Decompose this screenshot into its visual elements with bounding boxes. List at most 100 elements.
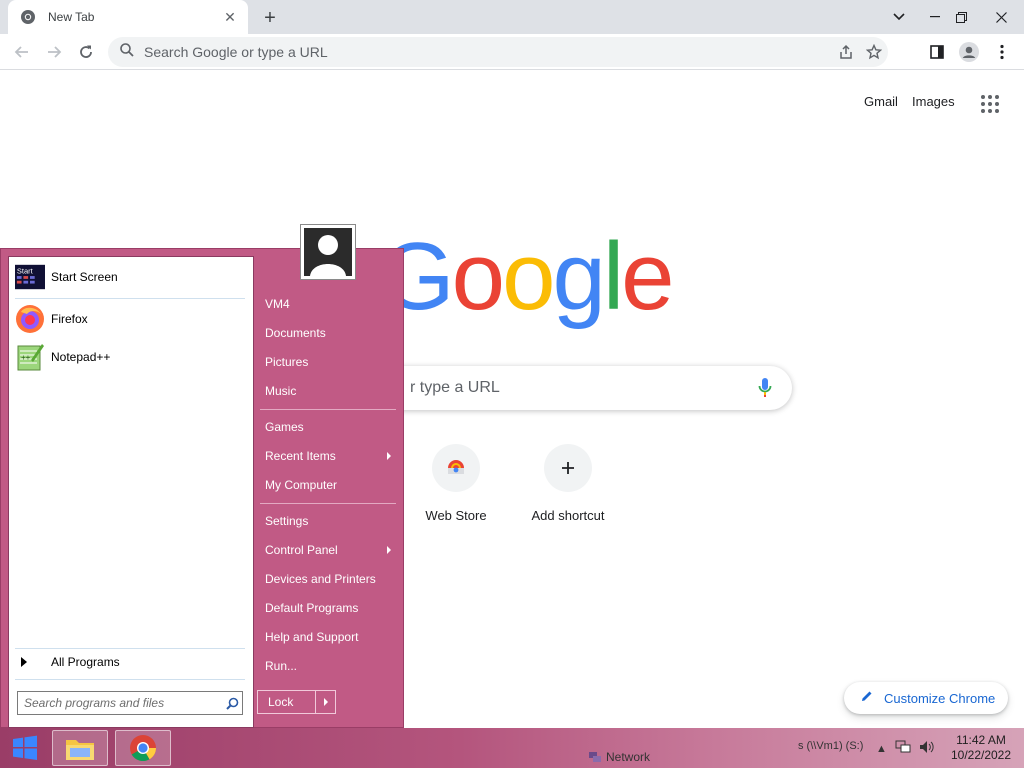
- tab-search-icon[interactable]: [882, 0, 916, 34]
- start-item-documents[interactable]: Documents: [265, 322, 393, 344]
- program-label: Firefox: [51, 312, 88, 326]
- start-item-recent-items[interactable]: Recent Items: [265, 445, 393, 467]
- web-store-icon: [432, 444, 480, 492]
- start-item-my-computer[interactable]: My Computer: [265, 474, 393, 496]
- google-apps-icon[interactable]: [978, 92, 1002, 116]
- customize-chrome-label: Customize Chrome: [884, 690, 996, 706]
- firefox-icon: [15, 304, 45, 334]
- taskbar-chrome[interactable]: [115, 730, 171, 766]
- start-menu-programs-panel: Start Start Screen Firefox ++ Notepad++ …: [8, 256, 254, 728]
- triangle-right-icon: [21, 657, 27, 667]
- new-tab-button[interactable]: +: [258, 6, 282, 30]
- start-button[interactable]: [0, 728, 50, 768]
- start-item-music[interactable]: Music: [265, 380, 393, 402]
- logo-letter: g: [552, 223, 605, 330]
- tab-strip: New Tab ✕ +: [0, 0, 1024, 34]
- start-item-label: Recent Items: [265, 449, 336, 463]
- shortcut-add[interactable]: Add shortcut: [512, 444, 624, 523]
- chevron-up-icon[interactable]: ▲: [876, 743, 887, 755]
- notepadpp-icon: ++: [15, 342, 45, 372]
- taskbar-file-explorer[interactable]: [52, 730, 108, 766]
- plus-icon: [544, 444, 592, 492]
- network-status-icon[interactable]: [895, 740, 911, 757]
- lock-button[interactable]: Lock: [257, 690, 336, 714]
- separator: [15, 298, 245, 299]
- program-firefox[interactable]: Firefox: [15, 301, 247, 337]
- google-logo: Google: [380, 222, 675, 332]
- separator: [260, 409, 396, 410]
- kebab-menu-icon[interactable]: [988, 38, 1016, 66]
- customize-chrome-button[interactable]: Customize Chrome: [844, 682, 1008, 714]
- separator: [15, 648, 245, 649]
- pencil-icon: [860, 689, 874, 708]
- network-label: Network: [606, 750, 651, 764]
- user-avatar-icon: [304, 228, 352, 276]
- close-window-button[interactable]: [984, 0, 1018, 34]
- start-item-vm4[interactable]: VM4: [265, 293, 393, 315]
- share-icon[interactable]: [832, 38, 860, 66]
- back-button[interactable]: [8, 38, 36, 66]
- program-notepadpp[interactable]: ++ Notepad++: [15, 339, 247, 375]
- clock-date: 10/22/2022: [950, 748, 1012, 762]
- taskbar-clock[interactable]: 11:42 AM 10/22/2022: [944, 733, 1018, 763]
- microphone-icon[interactable]: [758, 377, 772, 404]
- browser-toolbar: Search Google or type a URL: [0, 34, 1024, 70]
- omnibox[interactable]: Search Google or type a URL: [108, 37, 888, 67]
- network-icon: [589, 752, 601, 762]
- search-icon[interactable]: [222, 693, 242, 713]
- user-picture[interactable]: [300, 224, 356, 280]
- start-item-games[interactable]: Games: [265, 416, 393, 438]
- omnibox-placeholder: Search Google or type a URL: [144, 44, 328, 60]
- tab-new-tab[interactable]: New Tab ✕: [8, 0, 248, 34]
- chrome-icon: [20, 9, 36, 25]
- logo-letter: o: [451, 223, 505, 330]
- chrome-icon: [130, 735, 157, 762]
- search-box-placeholder: r type a URL: [410, 379, 500, 396]
- restore-button[interactable]: [944, 0, 978, 34]
- shortcut-label: Web Store: [425, 508, 487, 523]
- start-item-settings[interactable]: Settings: [265, 510, 393, 532]
- tray-drive-label: s (\\Vm1) (S:): [798, 740, 864, 752]
- logo-letter: l: [602, 223, 624, 330]
- submenu-arrow-icon: [387, 546, 391, 554]
- separator: [15, 679, 245, 680]
- all-programs-label: All Programs: [51, 655, 120, 669]
- images-link[interactable]: Images: [912, 94, 955, 109]
- logo-letter: o: [502, 223, 555, 330]
- logo-letter: e: [621, 223, 674, 330]
- folder-icon: [66, 740, 94, 760]
- tab-title: New Tab: [48, 10, 95, 24]
- start-search-input[interactable]: Search programs and files: [17, 691, 243, 715]
- all-programs-button[interactable]: All Programs: [17, 655, 120, 669]
- forward-button[interactable]: [40, 38, 68, 66]
- tray-network[interactable]: Network: [588, 750, 650, 764]
- start-item-label: Control Panel: [265, 543, 338, 557]
- start-item-default-programs[interactable]: Default Programs: [265, 597, 393, 619]
- program-label: Notepad++: [51, 350, 111, 364]
- system-tray: ▲: [876, 740, 935, 757]
- separator: [260, 503, 396, 504]
- bookmark-star-icon[interactable]: [860, 38, 888, 66]
- start-item-run[interactable]: Run...: [265, 655, 393, 677]
- start-screen-icon: Start: [15, 262, 45, 292]
- close-tab-icon[interactable]: ✕: [220, 7, 240, 27]
- start-item-help-support[interactable]: Help and Support: [265, 626, 393, 648]
- start-item-devices-printers[interactable]: Devices and Printers: [265, 568, 393, 590]
- profile-avatar-icon[interactable]: [955, 38, 983, 66]
- start-search-placeholder: Search programs and files: [24, 696, 165, 710]
- start-item-pictures[interactable]: Pictures: [265, 351, 393, 373]
- shortcut-label: Add shortcut: [531, 508, 605, 523]
- shortcut-web-store[interactable]: Web Store: [400, 444, 512, 523]
- side-panel-icon[interactable]: [923, 38, 951, 66]
- lock-options-arrow-icon[interactable]: [315, 691, 335, 713]
- gmail-link[interactable]: Gmail: [864, 94, 898, 109]
- search-icon: [120, 42, 134, 62]
- program-label: Start Screen: [51, 270, 118, 284]
- program-start-screen[interactable]: Start Start Screen: [15, 259, 247, 295]
- taskbar: Network s (\\Vm1) (S:) ▲ 11:42 AM 10/22/…: [0, 728, 1024, 768]
- clock-time: 11:42 AM: [956, 733, 1006, 747]
- reload-button[interactable]: [72, 38, 100, 66]
- volume-icon[interactable]: [919, 740, 935, 757]
- start-item-control-panel[interactable]: Control Panel: [265, 539, 393, 561]
- submenu-arrow-icon: [387, 452, 391, 460]
